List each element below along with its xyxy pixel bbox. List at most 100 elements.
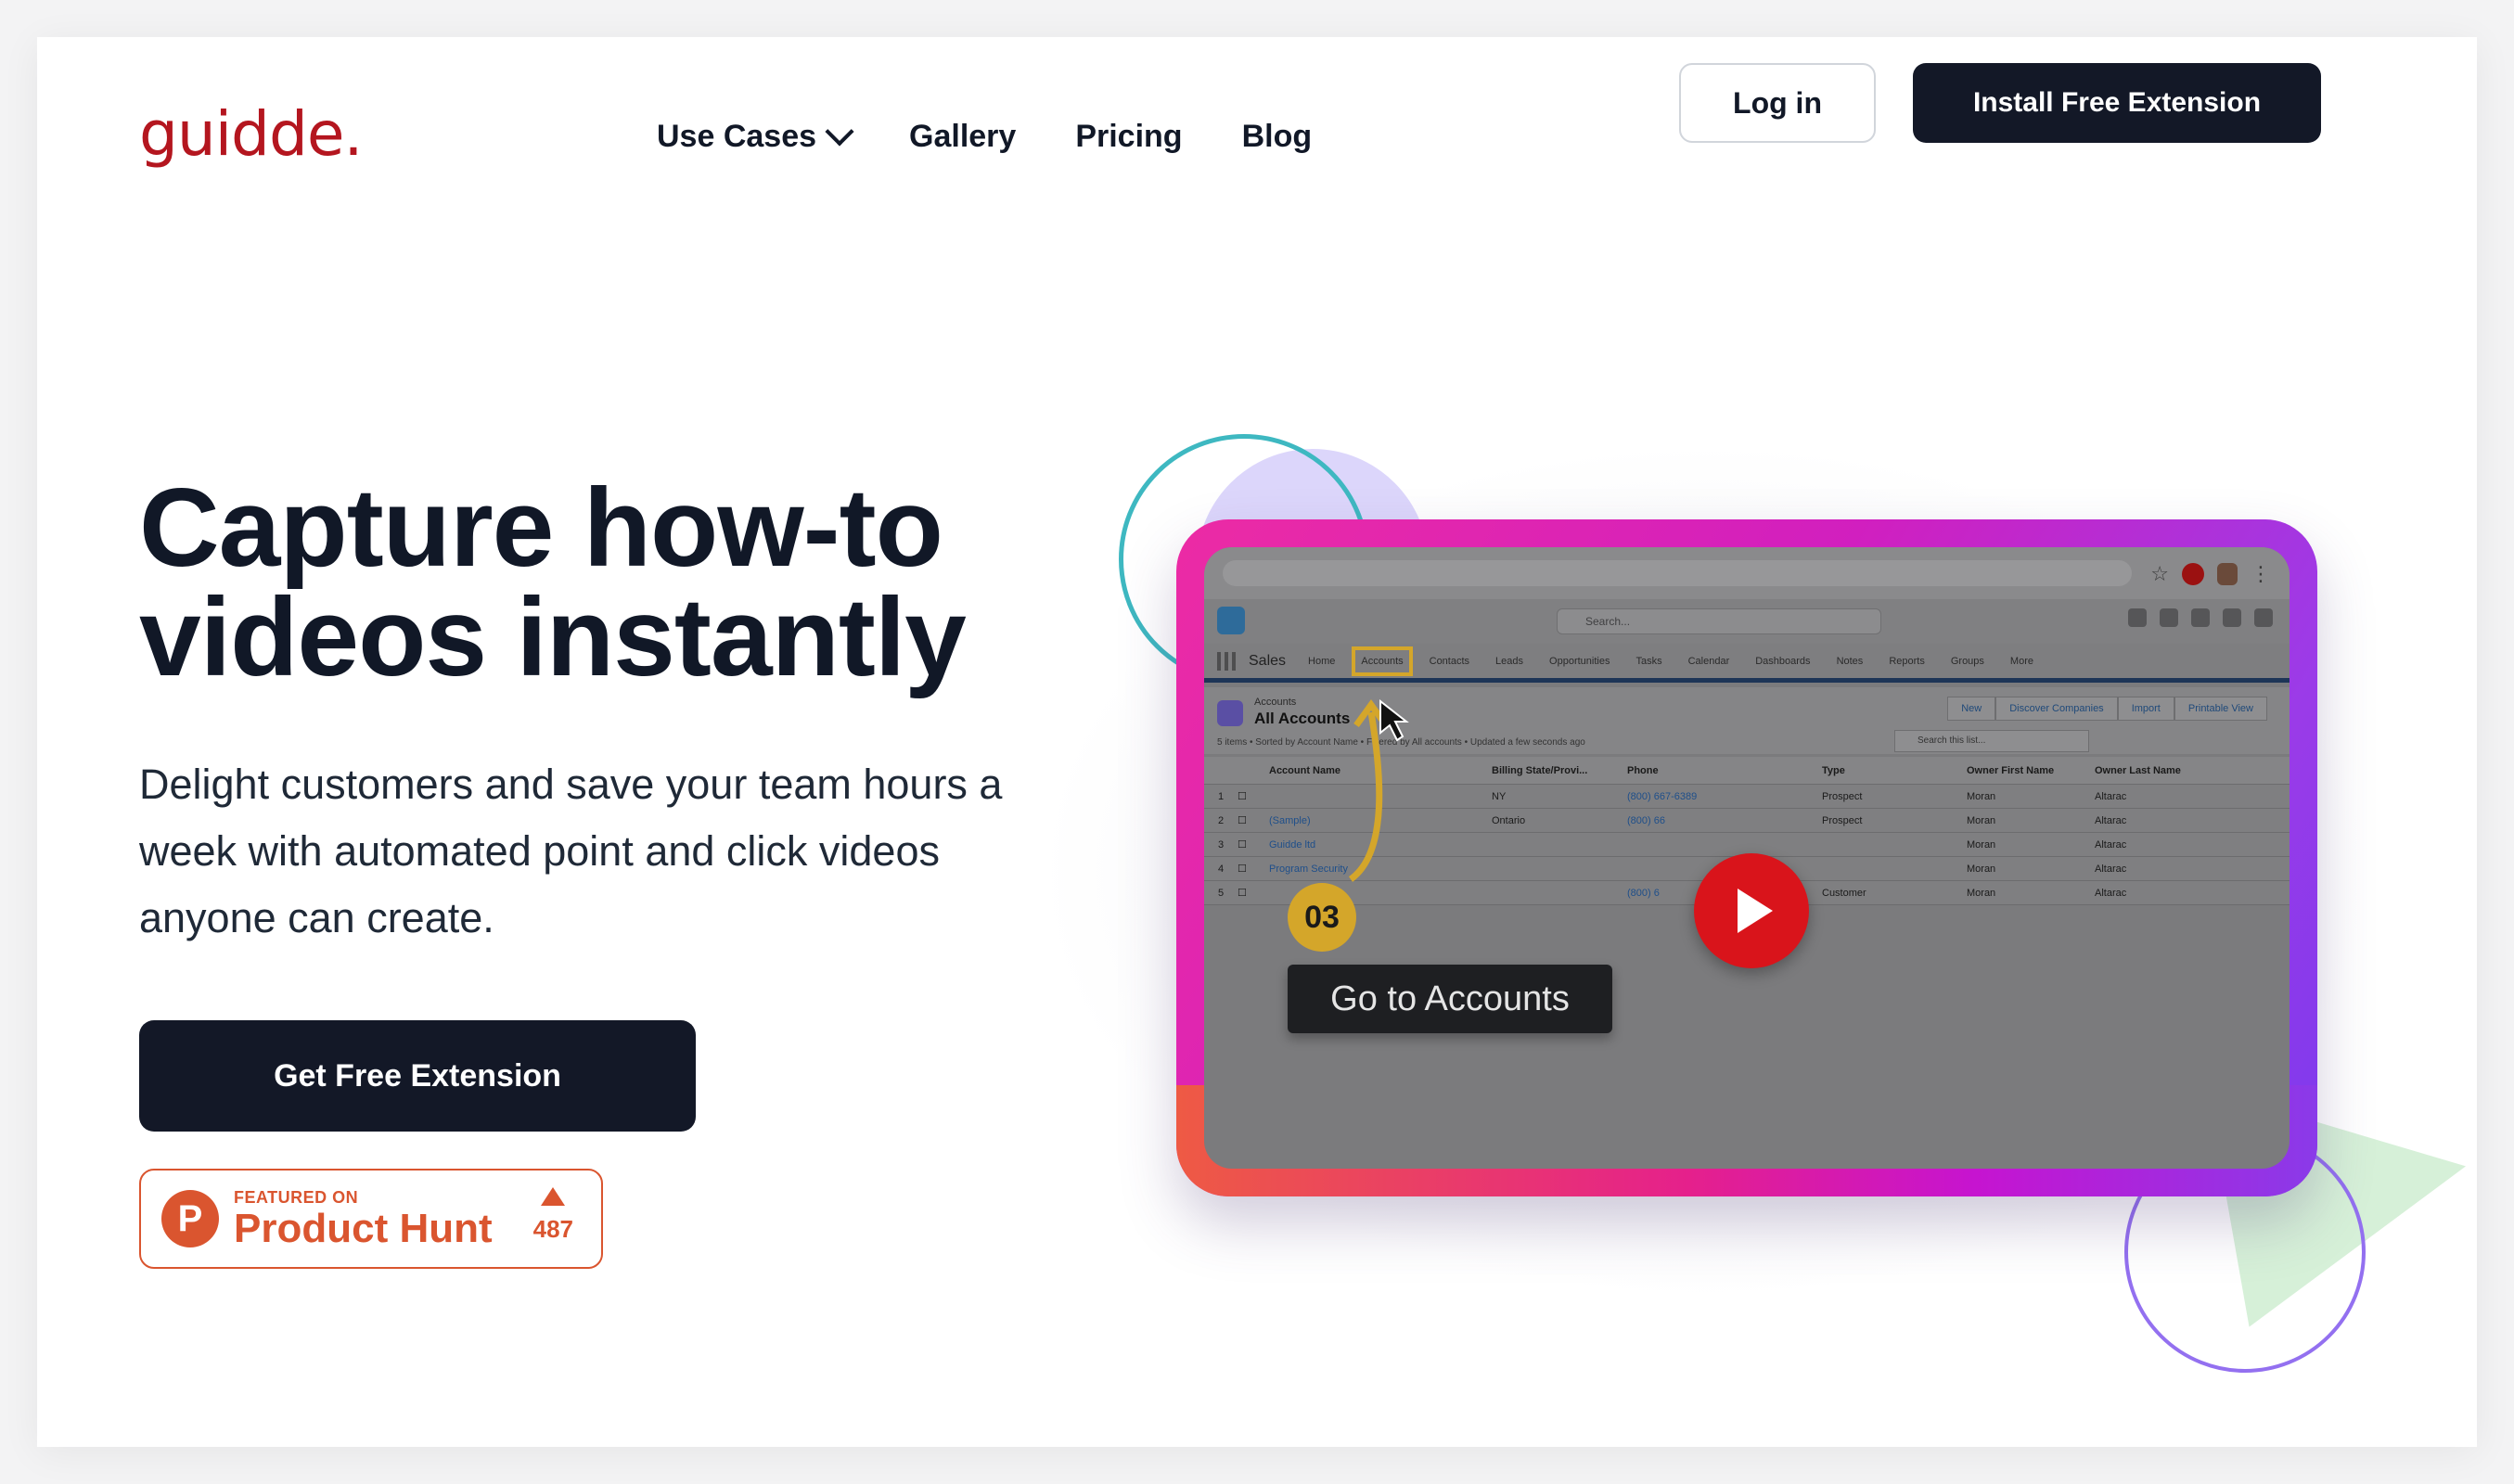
app-tab: Calendar xyxy=(1687,655,1730,667)
video-screen: ☆ ⋮ Search... Sales Home Accounts Contac… xyxy=(1204,547,2290,1169)
get-free-extension-button[interactable]: Get Free Extension xyxy=(139,1020,696,1132)
list-button: Printable View xyxy=(2174,697,2267,721)
table-header-cell: Owner First Name xyxy=(1967,764,2055,776)
login-button[interactable]: Log in xyxy=(1679,63,1876,143)
guidde-logo[interactable]: guidde. xyxy=(139,98,363,170)
browser-address-bar xyxy=(1223,560,2132,586)
app-launcher-icon xyxy=(1217,651,1236,671)
hero-headline-line2: videos instantly xyxy=(139,575,967,699)
list-action-buttons: New Discover Companies Import Printable … xyxy=(1947,697,2267,721)
app-tab: Groups xyxy=(1950,655,1984,667)
app-tab: Notes xyxy=(1836,655,1864,667)
help-icon xyxy=(2191,608,2210,627)
step-tooltip: Go to Accounts xyxy=(1288,965,1612,1033)
list-object-label: Accounts xyxy=(1254,697,1297,708)
table-cell: NY xyxy=(1492,790,1507,802)
page: guidde. Use Cases Gallery Pricing Blog L… xyxy=(37,37,2477,1447)
product-hunt-icon: P xyxy=(161,1190,219,1247)
nav-use-cases-label: Use Cases xyxy=(657,119,817,154)
hero-subheading: Delight customers and save your team hou… xyxy=(139,761,1003,941)
table-cell: Altarac xyxy=(2095,863,2127,875)
app-name: Sales xyxy=(1249,652,1287,669)
nav-gallery[interactable]: Gallery xyxy=(909,119,1016,155)
app-tab: Opportunities xyxy=(1549,655,1610,667)
table-header-cell: Billing State/Provi... xyxy=(1492,764,1588,776)
menu-dots-icon: ⋮ xyxy=(2251,562,2271,585)
table-cell: (800) 66 xyxy=(1627,814,1665,826)
pointer-arrow-icon xyxy=(1348,698,1409,882)
step-number-badge: 03 xyxy=(1288,883,1356,952)
row-checkbox: ☐ xyxy=(1238,815,1247,826)
app-nav-bar: Sales Home Accounts Contacts Leads Oppor… xyxy=(1204,644,2290,683)
list-view-title: All Accounts xyxy=(1254,710,1351,727)
table-cell: 4 xyxy=(1217,863,1225,875)
table-cell: Altarac xyxy=(2095,887,2127,899)
profile-avatar-icon xyxy=(2217,563,2238,585)
video-frame[interactable]: ☆ ⋮ Search... Sales Home Accounts Contac… xyxy=(1176,519,2317,1196)
nav-use-cases[interactable]: Use Cases xyxy=(657,116,854,155)
row-checkbox: ☐ xyxy=(1238,839,1247,851)
hero-headline: Capture how-to videos instantly xyxy=(139,472,1113,693)
star-icon: ☆ xyxy=(2150,562,2169,585)
table-header-cell: Phone xyxy=(1627,764,1659,776)
product-hunt-badge[interactable]: P FEATURED ON Product Hunt 487 xyxy=(139,1169,603,1269)
app-logo-icon xyxy=(1217,607,1245,634)
row-checkbox: ☐ xyxy=(1238,864,1247,875)
product-hunt-name: Product Hunt xyxy=(234,1205,493,1251)
table-cell: Moran xyxy=(1967,863,1996,875)
list-button: New xyxy=(1947,697,1996,721)
product-hunt-vote-count: 487 xyxy=(532,1215,573,1243)
row-checkbox: ☐ xyxy=(1238,791,1247,802)
table-cell: Altarac xyxy=(2095,838,2127,851)
app-tab: Contacts xyxy=(1429,655,1470,667)
product-hunt-featured-label: FEATURED ON xyxy=(234,1187,359,1207)
product-hunt-text: FEATURED ON Product Hunt xyxy=(234,1188,493,1250)
app-search-box: Search... xyxy=(1557,608,1881,634)
table-cell: (800) 667-6389 xyxy=(1627,790,1698,802)
app-header-icons xyxy=(2128,608,2273,627)
settings-icon xyxy=(2223,608,2241,627)
table-cell: 3 xyxy=(1217,838,1225,851)
table-cell: 1 xyxy=(1217,790,1225,802)
table-cell: Moran xyxy=(1967,814,1996,826)
browser-icons: ☆ ⋮ xyxy=(2150,562,2271,586)
play-icon xyxy=(1738,889,1773,933)
product-hunt-votes: 487 xyxy=(533,1187,573,1244)
browser-bar: ☆ ⋮ xyxy=(1204,547,2290,599)
main-nav: Use Cases Gallery Pricing Blog xyxy=(657,116,1313,155)
app-tab: More xyxy=(2009,655,2033,667)
add-icon xyxy=(2160,608,2178,627)
nav-blog[interactable]: Blog xyxy=(1242,119,1313,155)
table-cell: 5 xyxy=(1217,887,1225,899)
list-search-box: Search this list... xyxy=(1894,730,2089,752)
list-button: Import xyxy=(2117,697,2174,721)
table-cell: Moran xyxy=(1967,887,1996,899)
app-tab: Tasks xyxy=(1635,655,1662,667)
table-cell: Altarac xyxy=(2095,790,2127,802)
app-tab: Dashboards xyxy=(1755,655,1811,667)
favorites-icon xyxy=(2128,608,2147,627)
table-header-cell: Type xyxy=(1822,764,1845,776)
table-cell: Prospect xyxy=(1822,814,1863,826)
app-tab: Leads xyxy=(1495,655,1524,667)
play-button[interactable] xyxy=(1694,853,1809,968)
accounts-object-icon xyxy=(1217,700,1243,726)
hero-headline-line1: Capture how-to xyxy=(139,466,943,590)
table-cell: Prospect xyxy=(1822,790,1863,802)
table-cell: Ontario xyxy=(1492,814,1526,826)
notifications-icon xyxy=(2254,608,2273,627)
app-tab: Reports xyxy=(1889,655,1925,667)
install-extension-button[interactable]: Install Free Extension xyxy=(1913,63,2321,143)
table-header-cell: Owner Last Name xyxy=(2095,764,2181,776)
chevron-down-icon xyxy=(825,116,854,147)
nav-pricing[interactable]: Pricing xyxy=(1075,119,1182,155)
table-cell: Moran xyxy=(1967,838,1996,851)
row-checkbox: ☐ xyxy=(1238,888,1247,899)
app-header: Search... xyxy=(1204,599,2290,644)
table-cell: 2 xyxy=(1217,814,1225,826)
app-tab: Home xyxy=(1308,655,1336,667)
upvote-triangle-icon xyxy=(541,1187,566,1206)
table-cell: Moran xyxy=(1967,790,1996,802)
table-cell: Customer xyxy=(1822,887,1866,899)
table-cell: Altarac xyxy=(2095,814,2127,826)
